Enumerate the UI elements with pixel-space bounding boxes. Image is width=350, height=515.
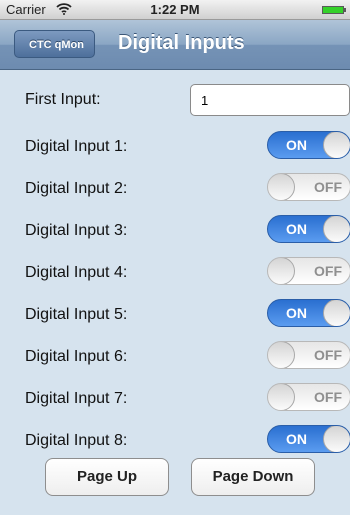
toggle-state-label: OFF <box>314 263 342 279</box>
back-button-label: CTC qMon <box>29 39 84 51</box>
toggle-knob <box>323 300 350 326</box>
back-button[interactable]: CTC qMon <box>14 30 95 58</box>
digital-input-4-toggle[interactable]: OFF <box>267 257 350 285</box>
digital-input-8-toggle[interactable]: ON <box>267 425 350 453</box>
toggle-knob <box>268 174 295 200</box>
digital-input-1-label: Digital Input 1: <box>25 138 128 155</box>
battery-icon <box>322 6 346 14</box>
toggle-state-label: ON <box>286 431 307 447</box>
digital-input-2-label: Digital Input 2: <box>25 180 128 197</box>
digital-input-6-toggle[interactable]: OFF <box>267 341 350 369</box>
toggle-state-label: ON <box>286 305 307 321</box>
digital-input-8-label: Digital Input 8: <box>25 432 128 449</box>
toggle-knob <box>323 132 350 158</box>
toggle-knob <box>268 342 295 368</box>
toggle-state-label: ON <box>286 221 307 237</box>
first-input-field[interactable] <box>190 84 350 116</box>
toggle-state-label: OFF <box>314 179 342 195</box>
digital-input-2-toggle[interactable]: OFF <box>267 173 350 201</box>
digital-input-5-label: Digital Input 5: <box>25 306 128 323</box>
digital-input-3-toggle[interactable]: ON <box>267 215 350 243</box>
toggle-knob <box>268 258 295 284</box>
digital-input-3-label: Digital Input 3: <box>25 222 128 239</box>
digital-input-5-toggle[interactable]: ON <box>267 299 350 327</box>
toggle-state-label: OFF <box>314 347 342 363</box>
digital-input-1-toggle[interactable]: ON <box>267 131 350 159</box>
navigation-bar: CTC qMon Digital Inputs <box>0 20 350 70</box>
digital-input-7-toggle[interactable]: OFF <box>267 383 350 411</box>
page-down-button[interactable]: Page Down <box>191 458 315 496</box>
digital-input-6-label: Digital Input 6: <box>25 348 128 365</box>
status-time: 1:22 PM <box>150 2 200 17</box>
first-input-label: First Input: <box>25 91 101 108</box>
toggle-knob <box>323 216 350 242</box>
app-screen: Carrier 1:22 PM CTC qMon Digital Inputs … <box>0 0 350 515</box>
toggle-state-label: OFF <box>314 389 342 405</box>
toggle-knob <box>268 384 295 410</box>
digital-input-4-label: Digital Input 4: <box>25 264 128 281</box>
page-title: Digital Inputs <box>118 32 245 54</box>
toggle-knob <box>323 426 350 452</box>
digital-input-7-label: Digital Input 7: <box>25 390 128 407</box>
toggle-state-label: ON <box>286 137 307 153</box>
page-up-button[interactable]: Page Up <box>45 458 169 496</box>
status-bar: Carrier 1:22 PM <box>0 0 350 20</box>
